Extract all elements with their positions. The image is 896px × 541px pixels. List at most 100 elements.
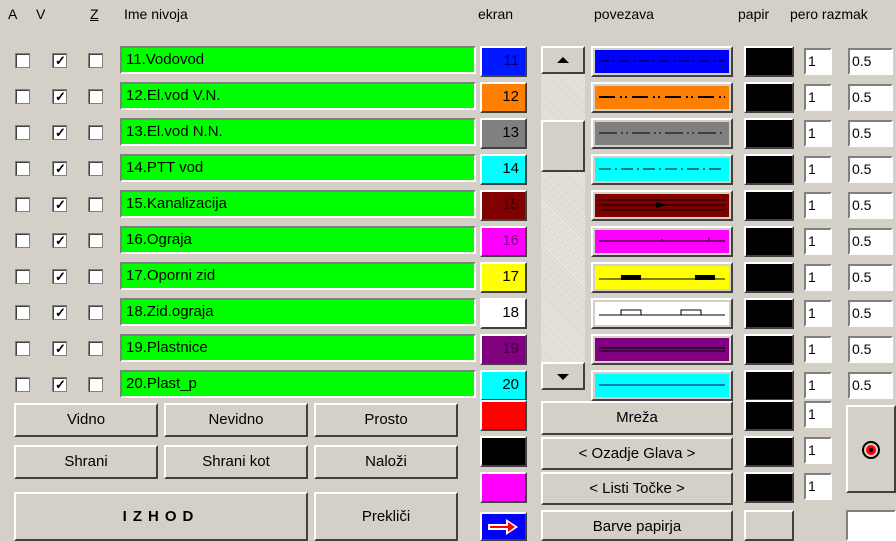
checkbox-z[interactable] <box>88 125 103 140</box>
razmak-field[interactable]: 0.5 <box>848 228 893 255</box>
layer-scrollbar[interactable] <box>541 46 585 390</box>
pero-field[interactable]: 1 <box>804 48 832 75</box>
checkbox-v[interactable]: ✓ <box>52 161 67 176</box>
checkbox-z[interactable] <box>88 305 103 320</box>
paper-color-swatch[interactable] <box>744 154 794 185</box>
mreza-button[interactable]: Mreža <box>541 401 733 435</box>
screen-color-swatch[interactable]: 16 <box>480 226 527 257</box>
screen-color-swatch[interactable]: 19 <box>480 334 527 365</box>
razmak-field[interactable]: 0.5 <box>848 156 893 183</box>
razmak-field[interactable]: 0.5 <box>848 120 893 147</box>
nevidno-button[interactable]: Nevidno <box>164 403 308 437</box>
checkbox-a[interactable] <box>15 233 30 248</box>
line-pattern-preview[interactable] <box>591 154 733 185</box>
extra-pero-2[interactable]: 1 <box>804 437 832 464</box>
paper-color-swatch[interactable] <box>744 226 794 257</box>
extra-paper-3[interactable] <box>744 472 794 503</box>
layer-name[interactable]: 15.Kanalizacija <box>120 190 476 218</box>
preklici-button[interactable]: Prekliči <box>314 492 458 541</box>
screen-color-swatch[interactable]: 20 <box>480 370 527 401</box>
checkbox-v[interactable]: ✓ <box>52 89 67 104</box>
checkbox-a[interactable] <box>15 341 30 356</box>
layer-name[interactable]: 13.El.vod N.N. <box>120 118 476 146</box>
layer-name[interactable]: 16.Ograja <box>120 226 476 254</box>
layer-name[interactable]: 17.Oporni zid <box>120 262 476 290</box>
paper-color-swatch[interactable] <box>744 118 794 149</box>
extra-color-black[interactable] <box>480 436 527 467</box>
nalozi-button[interactable]: Naloži <box>314 445 458 479</box>
line-pattern-preview[interactable] <box>591 190 733 221</box>
extra-paper-2[interactable] <box>744 436 794 467</box>
checkbox-a[interactable] <box>15 197 30 212</box>
checkbox-a[interactable] <box>15 305 30 320</box>
line-pattern-preview[interactable] <box>591 46 733 77</box>
razmak-field[interactable]: 0.5 <box>848 48 893 75</box>
extra-pero-1[interactable]: 1 <box>804 401 832 428</box>
layer-name[interactable]: 14.PTT vod <box>120 154 476 182</box>
swap-colors-button[interactable] <box>480 512 527 541</box>
screen-color-swatch[interactable]: 11 <box>480 46 527 77</box>
paper-color-swatch[interactable] <box>744 262 794 293</box>
pero-field[interactable]: 1 <box>804 84 832 111</box>
checkbox-z[interactable] <box>88 341 103 356</box>
checkbox-a[interactable] <box>15 89 30 104</box>
ozadje-glava-button[interactable]: < Ozadje Glava > <box>541 437 733 470</box>
razmak-field[interactable]: 0.5 <box>848 264 893 291</box>
razmak-field[interactable]: 0.5 <box>848 84 893 111</box>
screen-color-swatch[interactable]: 12 <box>480 82 527 113</box>
razmak-field[interactable]: 0.5 <box>848 192 893 219</box>
pero-field[interactable]: 1 <box>804 120 832 147</box>
pero-field[interactable]: 1 <box>804 372 832 399</box>
checkbox-a[interactable] <box>15 161 30 176</box>
layer-name[interactable]: 12.El.vod V.N. <box>120 82 476 110</box>
checkbox-a[interactable] <box>15 125 30 140</box>
target-button[interactable] <box>846 405 896 493</box>
checkbox-v[interactable]: ✓ <box>52 125 67 140</box>
blank-field[interactable] <box>846 510 896 541</box>
barve-papirja-button[interactable]: Barve papirja <box>541 510 733 541</box>
scroll-down-button[interactable] <box>541 362 585 390</box>
line-pattern-preview[interactable] <box>591 334 733 365</box>
razmak-field[interactable]: 0.5 <box>848 336 893 363</box>
layer-name[interactable]: 11.Vodovod <box>120 46 476 74</box>
razmak-field[interactable]: 0.5 <box>848 300 893 327</box>
shrani-kot-button[interactable]: Shrani kot <box>164 445 308 479</box>
layer-name[interactable]: 20.Plast_p <box>120 370 476 398</box>
checkbox-z[interactable] <box>88 269 103 284</box>
line-pattern-preview[interactable] <box>591 370 733 401</box>
extra-pero-3[interactable]: 1 <box>804 473 832 500</box>
checkbox-z[interactable] <box>88 197 103 212</box>
extra-paper-4[interactable] <box>744 510 794 541</box>
line-pattern-preview[interactable] <box>591 226 733 257</box>
checkbox-v[interactable]: ✓ <box>52 341 67 356</box>
checkbox-z[interactable] <box>88 53 103 68</box>
pero-field[interactable]: 1 <box>804 336 832 363</box>
pero-field[interactable]: 1 <box>804 264 832 291</box>
screen-color-swatch[interactable]: 17 <box>480 262 527 293</box>
layer-name[interactable]: 19.Plastnice <box>120 334 476 362</box>
extra-paper-1[interactable] <box>744 400 794 431</box>
vidno-button[interactable]: Vidno <box>14 403 158 437</box>
line-pattern-preview[interactable] <box>591 118 733 149</box>
checkbox-v[interactable]: ✓ <box>52 269 67 284</box>
screen-color-swatch[interactable]: 18 <box>480 298 527 329</box>
shrani-button[interactable]: Shrani <box>14 445 158 479</box>
paper-color-swatch[interactable] <box>744 370 794 401</box>
checkbox-z[interactable] <box>88 161 103 176</box>
pero-field[interactable]: 1 <box>804 300 832 327</box>
paper-color-swatch[interactable] <box>744 298 794 329</box>
razmak-field[interactable]: 0.5 <box>848 372 893 399</box>
checkbox-z[interactable] <box>88 377 103 392</box>
layer-name[interactable]: 18.Zid.ograja <box>120 298 476 326</box>
checkbox-v[interactable]: ✓ <box>52 197 67 212</box>
pero-field[interactable]: 1 <box>804 156 832 183</box>
paper-color-swatch[interactable] <box>744 334 794 365</box>
pero-field[interactable]: 1 <box>804 192 832 219</box>
checkbox-a[interactable] <box>15 377 30 392</box>
extra-color-red[interactable] <box>480 400 527 431</box>
line-pattern-preview[interactable] <box>591 262 733 293</box>
checkbox-v[interactable]: ✓ <box>52 233 67 248</box>
pero-field[interactable]: 1 <box>804 228 832 255</box>
screen-color-swatch[interactable]: 13 <box>480 118 527 149</box>
checkbox-z[interactable] <box>88 89 103 104</box>
